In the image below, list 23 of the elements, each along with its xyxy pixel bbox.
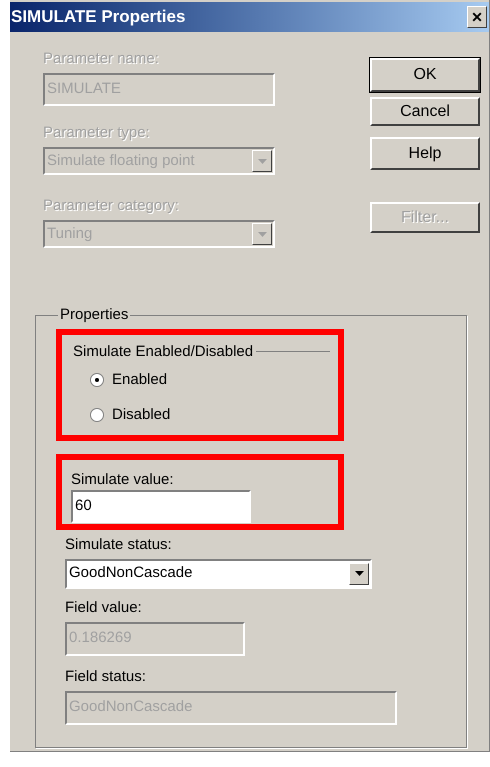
radio-button[interactable] bbox=[90, 408, 104, 422]
field-label: Field status: bbox=[65, 668, 147, 686]
dialog-button[interactable]: Help bbox=[370, 137, 480, 170]
field-label: Simulate status: bbox=[65, 536, 173, 554]
close-button[interactable]: × bbox=[467, 6, 487, 28]
field-label: Field value: bbox=[65, 598, 143, 616]
dropdown[interactable]: GoodNonCascade bbox=[65, 558, 372, 588]
radio-button[interactable] bbox=[90, 373, 104, 388]
field-value: GoodNonCascade bbox=[69, 563, 192, 584]
dialog-button[interactable]: Cancel bbox=[370, 97, 480, 126]
field-label: Simulate value: bbox=[71, 472, 175, 488]
caret-icon bbox=[258, 232, 266, 236]
radio-label: Disabled bbox=[112, 404, 170, 424]
caret-icon bbox=[354, 571, 364, 576]
group-title: Simulate Enabled/Disabled bbox=[72, 342, 254, 362]
dropdown-button[interactable] bbox=[349, 562, 369, 584]
dialog-button[interactable]: OK bbox=[370, 58, 480, 92]
field-value: 60 bbox=[75, 496, 92, 516]
input-field[interactable]: 60 bbox=[71, 490, 251, 522]
window-title: SIMULATE Properties bbox=[11, 6, 186, 28]
radio-label: Enabled bbox=[112, 370, 168, 390]
group-title: Properties bbox=[59, 305, 130, 325]
caret-icon bbox=[258, 158, 266, 164]
